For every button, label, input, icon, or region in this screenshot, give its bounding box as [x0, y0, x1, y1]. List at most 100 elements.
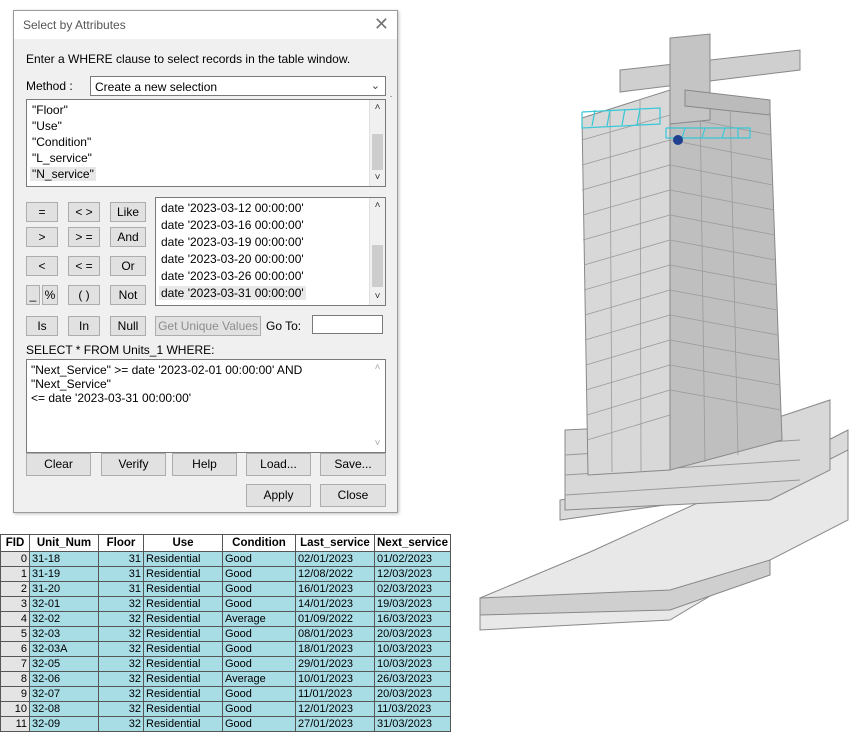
location-marker-icon[interactable] [673, 135, 683, 145]
table-row[interactable]: 0 31-18 31 Residential Good 02/01/2023 01/02/2… [0, 551, 451, 567]
table-cell: 2 [0, 581, 30, 597]
table-row[interactable]: 9 32-07 32 Residential Good 11/01/2023 20/03/2… [0, 686, 451, 702]
table-row[interactable]: 8 32-06 32 Residential Average 10/01/2023 26/0… [0, 671, 451, 687]
table-cell: 29/01/2023 [295, 656, 375, 672]
parentheses-button[interactable]: ( ) [68, 285, 100, 305]
table-cell: 7 [0, 656, 30, 672]
where-clause-text: "Next_Service" >= date '2023-02-01 00:00… [31, 363, 303, 405]
field-item[interactable]: "L_service" [32, 151, 92, 165]
close-button[interactable]: Close [320, 484, 386, 507]
is-button[interactable]: Is [26, 316, 58, 336]
column-header[interactable]: Unit_Num [29, 534, 99, 552]
table-cell: 10/03/2023 [374, 641, 451, 657]
goto-label: Go To: [266, 319, 302, 333]
building-3d-view[interactable] [470, 0, 850, 746]
table-row[interactable]: 2 31-20 31 Residential Good 16/01/2023 02/03/2… [0, 581, 451, 597]
clear-button[interactable]: Clear [26, 453, 91, 476]
table-cell: 10/03/2023 [374, 656, 451, 672]
goto-input[interactable] [312, 315, 383, 334]
in-button[interactable]: In [68, 316, 100, 336]
scroll-thumb[interactable] [372, 134, 383, 170]
scroll-down-icon[interactable]: ˅ [370, 289, 385, 305]
field-item[interactable]: "Use" [32, 119, 62, 133]
select-statement: SELECT * FROM Units_1 WHERE: [26, 343, 215, 357]
where-scrollbar[interactable]: ˄ ˅ [370, 360, 385, 452]
not-equal-button[interactable]: < > [68, 202, 100, 222]
column-header[interactable]: Last_service [295, 534, 375, 552]
table-cell: 02/03/2023 [374, 581, 451, 597]
not-button[interactable]: Not [110, 285, 146, 305]
table-cell: 32-08 [29, 701, 99, 717]
scroll-down-icon[interactable]: ˅ [370, 170, 385, 186]
less-equal-button[interactable]: < = [68, 256, 100, 276]
method-select[interactable]: Create a new selection ⌄ [90, 76, 386, 96]
table-cell: 32-01 [29, 596, 99, 612]
scroll-thumb[interactable] [372, 245, 383, 287]
value-item[interactable]: date '2023-03-19 00:00:00' [161, 235, 304, 249]
scroll-down-icon[interactable]: ˅ [370, 436, 385, 452]
table-cell: 12/08/2022 [295, 566, 375, 582]
value-item-selected[interactable]: date '2023-03-31 00:00:00' [159, 286, 306, 300]
table-cell: 31 [98, 566, 144, 582]
attribute-table: FID Unit_Num Floor Use Condition Last_se… [0, 534, 451, 732]
column-header[interactable]: Next_service [374, 534, 451, 552]
like-button[interactable]: Like [110, 202, 146, 222]
apply-button[interactable]: Apply [246, 484, 311, 507]
null-button[interactable]: Null [110, 316, 146, 336]
scroll-up-icon[interactable]: ˄ [370, 100, 385, 116]
save-button[interactable]: Save... [320, 453, 386, 476]
table-cell: Good [222, 686, 296, 702]
value-item[interactable]: date '2023-03-20 00:00:00' [161, 252, 304, 266]
scroll-up-icon[interactable]: ˄ [370, 198, 385, 214]
fields-scrollbar[interactable]: ˄ ˅ [369, 100, 385, 186]
values-scrollbar[interactable]: ˄ ˅ [369, 198, 385, 305]
get-unique-values-button[interactable]: Get Unique Values [155, 316, 261, 336]
value-item[interactable]: date '2023-03-26 00:00:00' [161, 269, 304, 283]
column-header[interactable]: Floor [98, 534, 144, 552]
column-header[interactable]: Condition [222, 534, 296, 552]
equals-button[interactable]: = [26, 202, 58, 222]
value-item[interactable]: date '2023-03-12 00:00:00' [161, 201, 304, 215]
table-row[interactable]: 11 32-09 32 Residential Good 27/01/2023 31/03/… [0, 716, 451, 732]
fields-list[interactable]: "Floor" "Use" "Condition" "L_service" "N… [26, 99, 386, 187]
help-button[interactable]: Help [172, 453, 237, 476]
table-cell: 32 [98, 716, 144, 732]
table-cell: Residential [143, 566, 223, 582]
tower-left-face [581, 89, 671, 476]
percent-button[interactable]: % [42, 285, 58, 305]
table-cell: 32-03 [29, 626, 99, 642]
close-icon[interactable]: ✕ [374, 14, 389, 34]
scroll-up-icon[interactable]: ˄ [370, 360, 385, 376]
and-button[interactable]: And [110, 227, 146, 247]
table-cell: 14/01/2023 [295, 596, 375, 612]
table-row[interactable]: 1 31-19 31 Residential Good 12/08/2022 12/03/2… [0, 566, 451, 582]
load-button[interactable]: Load... [246, 453, 311, 476]
less-than-button[interactable]: < [26, 256, 58, 276]
or-button[interactable]: Or [110, 256, 146, 276]
table-cell: Residential [143, 686, 223, 702]
column-header[interactable]: FID [0, 534, 30, 552]
column-header[interactable]: Use [143, 534, 223, 552]
field-item[interactable]: "Condition" [32, 135, 91, 149]
table-cell: 31 [98, 581, 144, 597]
table-cell: 10/01/2023 [295, 671, 375, 687]
where-clause-input[interactable]: "Next_Service" >= date '2023-02-01 00:00… [26, 359, 386, 453]
table-cell: Good [222, 716, 296, 732]
table-row[interactable]: 5 32-03 32 Residential Good 08/01/2023 20/03/2… [0, 626, 451, 642]
underscore-button[interactable]: _ [26, 285, 40, 305]
table-row[interactable]: 7 32-05 32 Residential Good 29/01/2023 10/03/2… [0, 656, 451, 672]
table-row[interactable]: 3 32-01 32 Residential Good 14/01/2023 19/03/2… [0, 596, 451, 612]
unique-values-list[interactable]: date '2023-03-12 00:00:00' date '2023-03… [155, 197, 386, 306]
table-cell: 12/03/2023 [374, 566, 451, 582]
value-item[interactable]: date '2023-03-16 00:00:00' [161, 218, 304, 232]
field-item[interactable]: "Floor" [32, 103, 68, 117]
greater-equal-button[interactable]: > = [68, 227, 100, 247]
table-row[interactable]: 6 32-03A 32 Residential Good 18/01/2023 10/03/… [0, 641, 451, 657]
table-cell: 31/03/2023 [374, 716, 451, 732]
field-item-selected[interactable]: "N_service" [30, 167, 96, 181]
table-cell: 11 [0, 716, 30, 732]
table-row[interactable]: 10 32-08 32 Residential Good 12/01/2023 11/03/… [0, 701, 451, 717]
verify-button[interactable]: Verify [101, 453, 166, 476]
greater-than-button[interactable]: > [26, 227, 58, 247]
table-row[interactable]: 4 32-02 32 Residential Average 01/09/2022 16/0… [0, 611, 451, 627]
